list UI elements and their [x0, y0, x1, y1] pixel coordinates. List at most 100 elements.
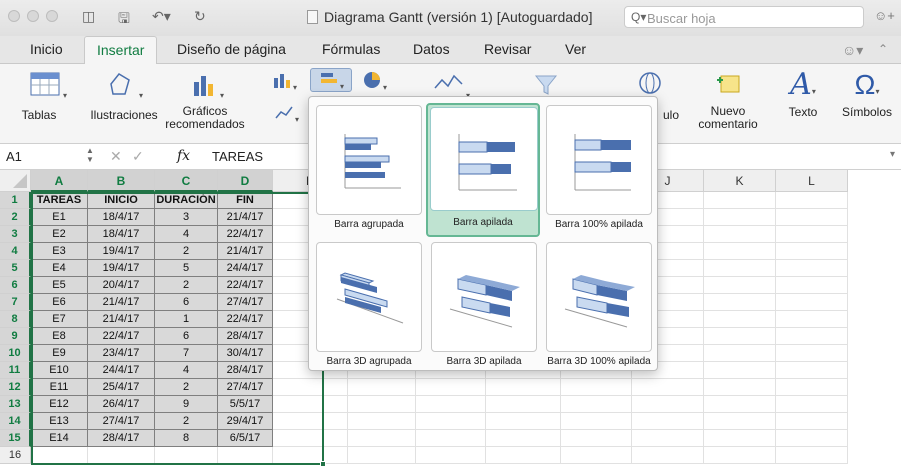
table-cell[interactable] — [561, 413, 632, 430]
table-cell[interactable]: E3 — [31, 243, 88, 260]
table-cell[interactable] — [348, 396, 416, 413]
table-cell[interactable]: 23/4/17 — [88, 345, 155, 362]
table-cell[interactable]: E14 — [31, 430, 88, 447]
row-header[interactable]: 3 — [0, 226, 31, 243]
table-cell[interactable] — [776, 209, 848, 226]
table-cell[interactable]: 4 — [155, 226, 218, 243]
column-header[interactable]: C — [155, 170, 218, 192]
table-cell[interactable]: 19/4/17 — [88, 260, 155, 277]
row-header[interactable]: 14 — [0, 413, 31, 430]
table-cell[interactable] — [704, 277, 776, 294]
row-header[interactable]: 5 — [0, 260, 31, 277]
table-cell[interactable] — [704, 396, 776, 413]
fill-handle[interactable] — [320, 461, 326, 467]
table-cell[interactable] — [776, 447, 848, 464]
table-cell[interactable] — [704, 311, 776, 328]
table-cell[interactable]: E8 — [31, 328, 88, 345]
option-clustered-bar-3d[interactable]: Barra 3D agrupada — [316, 242, 422, 372]
table-cell[interactable] — [632, 379, 704, 396]
row-header[interactable]: 16 — [0, 447, 31, 464]
table-cell[interactable] — [704, 226, 776, 243]
table-cell[interactable]: 28/4/17 — [88, 430, 155, 447]
table-cell[interactable]: 9 — [155, 396, 218, 413]
table-cell[interactable]: E11 — [31, 379, 88, 396]
table-cell[interactable] — [273, 413, 348, 430]
close-window-button[interactable] — [8, 10, 20, 22]
tab-insertar[interactable]: Insertar — [84, 36, 158, 65]
tab-diseno-pagina[interactable]: Diseño de página — [177, 41, 286, 57]
table-cell[interactable] — [704, 447, 776, 464]
table-cell[interactable] — [486, 413, 561, 430]
row-header[interactable]: 15 — [0, 430, 31, 447]
search-sheet-field[interactable]: Q▾ Buscar hoja — [624, 6, 864, 28]
tab-inicio[interactable]: Inicio — [30, 41, 63, 57]
illustrations-button[interactable]: ▾ Ilustraciones — [84, 70, 164, 122]
option-stacked-100-bar[interactable]: Barra 100% apilada — [546, 105, 652, 235]
table-cell[interactable] — [704, 243, 776, 260]
table-cell[interactable] — [416, 413, 486, 430]
table-cell[interactable] — [348, 379, 416, 396]
table-cell[interactable] — [348, 447, 416, 464]
table-cell[interactable]: E5 — [31, 277, 88, 294]
table-cell[interactable] — [776, 243, 848, 260]
text-button[interactable]: A▾ Texto — [780, 70, 826, 119]
table-cell[interactable]: 7 — [155, 345, 218, 362]
table-cell[interactable]: 22/4/17 — [218, 311, 273, 328]
table-cell[interactable] — [486, 396, 561, 413]
column-header[interactable]: D — [218, 170, 273, 192]
table-cell[interactable] — [486, 447, 561, 464]
table-cell[interactable] — [776, 430, 848, 447]
tab-formulas[interactable]: Fórmulas — [322, 41, 380, 57]
cancel-icon[interactable]: ✕ — [110, 148, 122, 165]
table-cell[interactable] — [561, 430, 632, 447]
collapse-ribbon-icon[interactable]: ⌃ — [878, 42, 888, 56]
table-cell[interactable]: 19/4/17 — [88, 243, 155, 260]
table-cell[interactable]: E12 — [31, 396, 88, 413]
table-cell[interactable] — [155, 447, 218, 464]
table-cell[interactable] — [632, 430, 704, 447]
table-cell[interactable] — [704, 430, 776, 447]
row-header[interactable]: 11 — [0, 362, 31, 379]
table-cell[interactable] — [776, 311, 848, 328]
table-cell[interactable] — [776, 396, 848, 413]
table-cell[interactable]: 27/4/17 — [218, 379, 273, 396]
option-stacked-bar-3d[interactable]: Barra 3D apilada — [431, 242, 537, 372]
name-box-stepper-icon[interactable]: ▲ ▼ — [86, 146, 94, 164]
row-header[interactable]: 13 — [0, 396, 31, 413]
table-cell[interactable] — [486, 379, 561, 396]
table-cell[interactable]: 2 — [155, 379, 218, 396]
table-cell[interactable] — [416, 396, 486, 413]
table-cell[interactable] — [704, 260, 776, 277]
table-cell[interactable]: E1 — [31, 209, 88, 226]
table-cell[interactable]: 21/4/17 — [218, 209, 273, 226]
table-cell[interactable]: 21/4/17 — [218, 243, 273, 260]
table-cell[interactable]: 6 — [155, 294, 218, 311]
table-cell[interactable] — [704, 362, 776, 379]
table-cell[interactable] — [704, 209, 776, 226]
table-cell[interactable] — [561, 447, 632, 464]
table-cell[interactable] — [416, 379, 486, 396]
table-cell[interactable] — [88, 447, 155, 464]
table-cell[interactable] — [704, 413, 776, 430]
table-cell[interactable]: E4 — [31, 260, 88, 277]
tab-datos[interactable]: Datos — [413, 41, 450, 57]
zoom-window-button[interactable] — [46, 10, 58, 22]
table-cell[interactable] — [561, 396, 632, 413]
table-cell[interactable] — [416, 430, 486, 447]
table-cell[interactable]: 22/4/17 — [218, 277, 273, 294]
table-cell[interactable]: 24/4/17 — [88, 362, 155, 379]
tab-ver[interactable]: Ver — [565, 41, 586, 57]
table-cell[interactable]: 18/4/17 — [88, 226, 155, 243]
row-header[interactable]: 6 — [0, 277, 31, 294]
table-cell[interactable]: 8 — [155, 430, 218, 447]
table-cell[interactable]: 6/5/17 — [218, 430, 273, 447]
new-comment-button[interactable]: Nuevo comentario — [688, 70, 768, 131]
row-header[interactable]: 9 — [0, 328, 31, 345]
table-cell[interactable] — [776, 379, 848, 396]
table-cell[interactable] — [273, 430, 348, 447]
table-cell[interactable]: 21/4/17 — [88, 311, 155, 328]
table-cell[interactable] — [348, 413, 416, 430]
table-cell[interactable]: 2 — [155, 277, 218, 294]
table-cell[interactable]: 25/4/17 — [88, 379, 155, 396]
row-header[interactable]: 2 — [0, 209, 31, 226]
